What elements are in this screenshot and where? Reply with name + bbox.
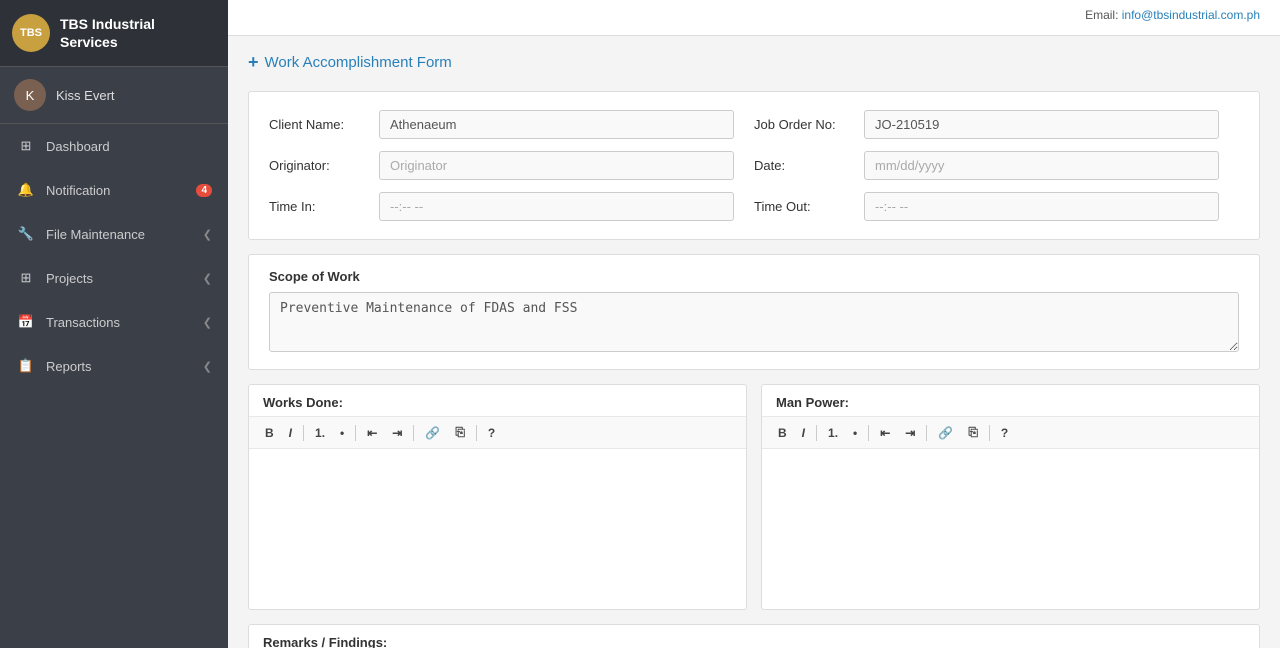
- unordered-list-button[interactable]: •: [847, 423, 863, 443]
- separator: [868, 425, 869, 441]
- sidebar: TBS TBS Industrial Services K Kiss Evert…: [0, 0, 228, 648]
- originator-label: Originator:: [269, 158, 379, 173]
- sidebar-item-label: Dashboard: [46, 139, 212, 154]
- sidebar-item-label: Reports: [46, 359, 203, 374]
- man-power-label: Man Power:: [762, 385, 1259, 416]
- chevron-right-icon: ❮: [203, 272, 212, 285]
- separator: [989, 425, 990, 441]
- separator: [413, 425, 414, 441]
- separator: [355, 425, 356, 441]
- reports-icon: 📋: [16, 356, 36, 376]
- calendar-icon: 📅: [16, 312, 36, 332]
- dashboard-icon: ⊞: [16, 136, 36, 156]
- man-power-body[interactable]: [762, 449, 1259, 609]
- originator-input[interactable]: [379, 151, 734, 180]
- client-name-label: Client Name:: [269, 117, 379, 132]
- works-done-toolbar: B I 1. • ⇤ ⇥ 🔗 ⎘ ?: [249, 416, 746, 449]
- link-button[interactable]: 🔗: [932, 423, 959, 443]
- left-fields: Client Name: Originator: Time In:: [269, 110, 754, 221]
- man-power-toolbar: B I 1. • ⇤ ⇥ 🔗 ⎘ ?: [762, 416, 1259, 449]
- form-fields-grid: Client Name: Originator: Time In: Job Or…: [248, 91, 1260, 240]
- time-in-input[interactable]: [379, 192, 734, 221]
- notification-badge: 4: [196, 184, 212, 197]
- separator: [476, 425, 477, 441]
- app-logo: TBS: [12, 14, 50, 52]
- avatar: K: [14, 79, 46, 111]
- outdent-button[interactable]: ⇤: [361, 423, 383, 443]
- help-button[interactable]: ?: [995, 423, 1014, 443]
- sidebar-item-notification[interactable]: 🔔 Notification 4: [0, 168, 228, 212]
- date-input[interactable]: [864, 151, 1219, 180]
- ordered-list-button[interactable]: 1.: [822, 423, 844, 443]
- editors-row: Works Done: B I 1. • ⇤ ⇥ 🔗 ⎘ ?: [248, 384, 1260, 610]
- client-name-input[interactable]: [379, 110, 734, 139]
- separator: [816, 425, 817, 441]
- sidebar-item-file-maintenance[interactable]: 🔧 File Maintenance ❮: [0, 212, 228, 256]
- email-link[interactable]: info@tbsindustrial.com.ph: [1122, 8, 1260, 22]
- chevron-right-icon: ❮: [203, 228, 212, 241]
- time-out-input[interactable]: [864, 192, 1219, 221]
- wrench-icon: 🔧: [16, 224, 36, 244]
- scope-section: Scope of Work: [248, 254, 1260, 370]
- scope-textarea[interactable]: [269, 292, 1239, 352]
- grid-icon: ⊞: [16, 268, 36, 288]
- chevron-right-icon: ❮: [203, 360, 212, 373]
- chevron-right-icon: ❮: [203, 316, 212, 329]
- outdent-button[interactable]: ⇤: [874, 423, 896, 443]
- separator: [926, 425, 927, 441]
- main-content: Email: info@tbsindustrial.com.ph + Work …: [228, 0, 1280, 648]
- link-button[interactable]: 🔗: [419, 423, 446, 443]
- sidebar-item-reports[interactable]: 📋 Reports ❮: [0, 344, 228, 388]
- sidebar-header: TBS TBS Industrial Services: [0, 0, 228, 67]
- works-done-label: Works Done:: [249, 385, 746, 416]
- man-power-editor: Man Power: B I 1. • ⇤ ⇥ 🔗 ⎘ ?: [761, 384, 1260, 610]
- time-out-row: Time Out:: [754, 192, 1239, 221]
- works-done-editor: Works Done: B I 1. • ⇤ ⇥ 🔗 ⎘ ?: [248, 384, 747, 610]
- notification-icon: 🔔: [16, 180, 36, 200]
- sidebar-item-transactions[interactable]: 📅 Transactions ❮: [0, 300, 228, 344]
- content-area: + Work Accomplishment Form Client Name: …: [228, 36, 1280, 648]
- unlink-button[interactable]: ⎘: [962, 422, 984, 443]
- plus-icon: +: [248, 52, 259, 73]
- time-in-row: Time In:: [269, 192, 754, 221]
- unordered-list-button[interactable]: •: [334, 423, 350, 443]
- sidebar-item-label: Notification: [46, 183, 190, 198]
- scope-title: Scope of Work: [269, 269, 1239, 284]
- job-order-input[interactable]: [864, 110, 1219, 139]
- sidebar-item-label: Projects: [46, 271, 203, 286]
- separator: [303, 425, 304, 441]
- originator-row: Originator:: [269, 151, 754, 180]
- bold-button[interactable]: B: [259, 423, 280, 443]
- job-order-row: Job Order No:: [754, 110, 1239, 139]
- username: Kiss Evert: [56, 88, 115, 103]
- job-order-label: Job Order No:: [754, 117, 864, 132]
- form-title-row: + Work Accomplishment Form: [248, 52, 1260, 73]
- user-section: K Kiss Evert: [0, 67, 228, 124]
- remarks-section: Remarks / Findings: B I 1. • ⇤ ⇥ 🔗 ⎘ ?: [248, 624, 1260, 648]
- time-out-label: Time Out:: [754, 199, 864, 214]
- topbar: Email: info@tbsindustrial.com.ph: [228, 0, 1280, 36]
- ordered-list-button[interactable]: 1.: [309, 423, 331, 443]
- client-name-row: Client Name:: [269, 110, 754, 139]
- form-title: Work Accomplishment Form: [265, 54, 452, 71]
- indent-button[interactable]: ⇥: [386, 423, 408, 443]
- sidebar-item-dashboard[interactable]: ⊞ Dashboard: [0, 124, 228, 168]
- unlink-button[interactable]: ⎘: [449, 422, 471, 443]
- time-in-label: Time In:: [269, 199, 379, 214]
- italic-button[interactable]: I: [283, 423, 298, 443]
- help-button[interactable]: ?: [482, 423, 501, 443]
- italic-button[interactable]: I: [796, 423, 811, 443]
- indent-button[interactable]: ⇥: [899, 423, 921, 443]
- date-label: Date:: [754, 158, 864, 173]
- sidebar-item-projects[interactable]: ⊞ Projects ❮: [0, 256, 228, 300]
- works-done-body[interactable]: [249, 449, 746, 609]
- bold-button[interactable]: B: [772, 423, 793, 443]
- sidebar-item-label: Transactions: [46, 315, 203, 330]
- email-label: Email:: [1085, 8, 1118, 22]
- app-title: TBS Industrial Services: [60, 15, 216, 51]
- date-row: Date:: [754, 151, 1239, 180]
- sidebar-item-label: File Maintenance: [46, 227, 203, 242]
- remarks-label: Remarks / Findings:: [249, 625, 1259, 648]
- right-fields: Job Order No: Date: Time Out:: [754, 110, 1239, 221]
